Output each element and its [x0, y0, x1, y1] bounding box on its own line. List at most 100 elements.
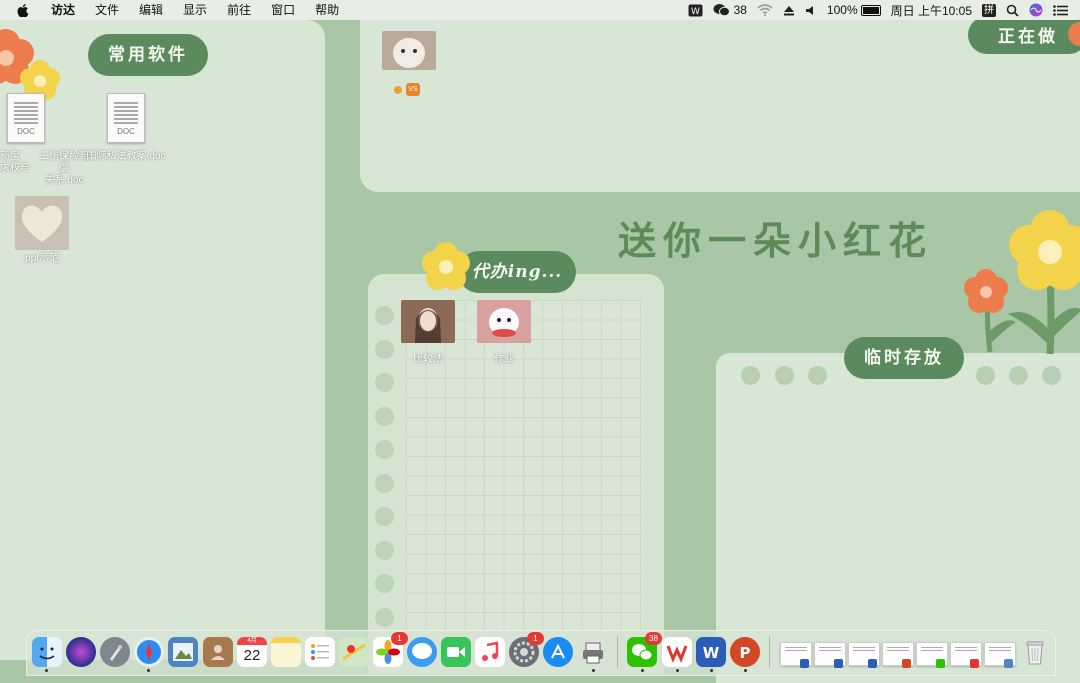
input-method-label: 拼	[982, 3, 996, 17]
wps-icon[interactable]	[662, 637, 692, 667]
finder-icon[interactable]	[32, 637, 62, 667]
cat-photo-icon	[382, 31, 436, 70]
photos-badge: 1	[391, 632, 408, 645]
menu-file[interactable]: 文件	[85, 0, 129, 20]
running-indicator	[147, 669, 150, 672]
menu-window[interactable]: 窗口	[261, 0, 305, 20]
menu-view[interactable]: 显示	[173, 0, 217, 20]
launchpad-icon[interactable]	[100, 637, 130, 667]
running-indicator	[45, 669, 48, 672]
yellow-flower-icon	[422, 242, 470, 290]
tag-indicator: VS	[394, 83, 420, 96]
calendar-month: 4月	[237, 637, 267, 645]
decor-dot	[741, 366, 760, 385]
vs-badge-icon: VS	[406, 83, 420, 96]
desktop-image-comparative-law[interactable]: 比较法	[398, 300, 458, 366]
safari-icon[interactable]	[134, 637, 164, 667]
system-preferences-icon[interactable]: 1	[509, 632, 544, 667]
printer-icon[interactable]	[578, 637, 608, 667]
label-temp-storage: 临时存放	[844, 337, 964, 379]
decor-dot	[775, 366, 794, 385]
dog-photo-icon	[477, 300, 531, 343]
desktop-image-homework[interactable]: 作业	[474, 300, 534, 366]
word-icon[interactable]: W	[696, 637, 726, 667]
running-indicator	[676, 669, 679, 672]
battery-indicator[interactable]: 100%	[827, 0, 881, 20]
girl-photo-icon	[401, 300, 455, 343]
orange-tag-dot	[394, 85, 402, 94]
dock-separator	[617, 636, 618, 668]
volume-icon[interactable]	[805, 0, 817, 20]
menu-help[interactable]: 帮助	[305, 0, 349, 20]
label-todo: 代办ing...	[458, 251, 576, 293]
battery-percent: 100%	[826, 3, 858, 17]
music-icon[interactable]	[475, 637, 505, 667]
desktop-image-ppt-demo[interactable]: ppt示范	[8, 196, 76, 265]
battery-icon	[860, 4, 881, 16]
menu-go[interactable]: 前往	[217, 0, 261, 20]
notification-center-icon[interactable]	[1053, 0, 1068, 20]
flower-bouquet-icon	[964, 210, 1080, 354]
notebook-holes	[375, 306, 395, 641]
apple-icon[interactable]	[17, 3, 29, 17]
trash-icon[interactable]	[1020, 637, 1050, 667]
messages-icon[interactable]	[407, 637, 437, 667]
input-method-icon[interactable]: 拼	[982, 0, 996, 20]
reminders-icon[interactable]	[305, 637, 335, 667]
file-label: 比较法	[413, 354, 443, 365]
powerpoint-icon[interactable]: P	[730, 637, 760, 667]
menu-app-name[interactable]: 访达	[41, 0, 85, 20]
running-indicator	[592, 669, 595, 672]
clock[interactable]: 周日 上午10:05	[891, 0, 972, 20]
label-common-software: 常用软件	[88, 34, 208, 76]
decor-dot	[808, 366, 827, 385]
minimized-presentation-window[interactable]	[882, 642, 914, 668]
facetime-icon[interactable]	[441, 637, 471, 667]
contacts-icon[interactable]	[203, 637, 233, 667]
maps-icon[interactable]	[339, 637, 369, 667]
preview-icon[interactable]	[168, 637, 198, 667]
siri-icon[interactable]	[66, 637, 96, 667]
wifi-icon[interactable]	[757, 0, 773, 20]
desktop-file-private-intl-law[interactable]: DOC 国际私法教案.doc	[84, 93, 168, 163]
menu-bar: 访达 文件 编辑 显示 前往 窗口 帮助 W 38 100% 周日 上午10:0…	[0, 0, 1080, 20]
minimized-wechat-window[interactable]	[916, 642, 948, 668]
headline-text: 送你一朵小红花	[618, 218, 934, 263]
app-store-icon[interactable]	[543, 637, 573, 667]
spotlight-search-icon[interactable]	[1006, 0, 1019, 20]
doc-file-icon: DOC	[7, 93, 45, 143]
wechat-icon[interactable]: 38	[627, 632, 662, 667]
wps-status-icon[interactable]: W	[688, 0, 703, 20]
siri-icon[interactable]	[1029, 0, 1043, 20]
minimized-document-window[interactable]	[780, 642, 812, 668]
file-label: 国际私法教案.doc	[86, 151, 166, 162]
notes-icon[interactable]	[271, 637, 301, 667]
orange-flower-icon	[1068, 22, 1080, 46]
file-label: ppt示范	[25, 253, 59, 264]
doc-file-icon: DOC	[107, 93, 145, 143]
running-indicator	[744, 669, 747, 672]
minimized-document-window[interactable]	[814, 642, 846, 668]
wechat-status-icon[interactable]: 38	[713, 0, 747, 20]
running-indicator	[710, 669, 713, 672]
decor-dot	[1009, 366, 1028, 385]
minimized-wps-window[interactable]	[950, 642, 982, 668]
svg-text:W: W	[691, 7, 700, 17]
svg-text:W: W	[703, 644, 720, 662]
heart-photo-icon	[15, 196, 69, 250]
label-in-progress: 正在做	[968, 16, 1080, 54]
menu-edit[interactable]: 编辑	[129, 0, 173, 20]
eject-icon[interactable]	[783, 0, 795, 20]
minimized-document-window[interactable]	[848, 642, 880, 668]
decor-dot	[1042, 366, 1061, 385]
wechat-badge: 38	[645, 632, 662, 645]
dock-separator	[769, 636, 770, 668]
calendar-day: 22	[243, 647, 261, 664]
photos-icon[interactable]: 1	[373, 632, 408, 667]
desktop-image-cat[interactable]	[381, 31, 437, 70]
calendar-icon[interactable]: 4月 22	[237, 637, 267, 667]
minimized-preview-window[interactable]	[984, 642, 1016, 668]
wechat-count: 38	[733, 3, 747, 17]
decor-dot	[976, 366, 995, 385]
settings-badge: 1	[527, 632, 544, 645]
